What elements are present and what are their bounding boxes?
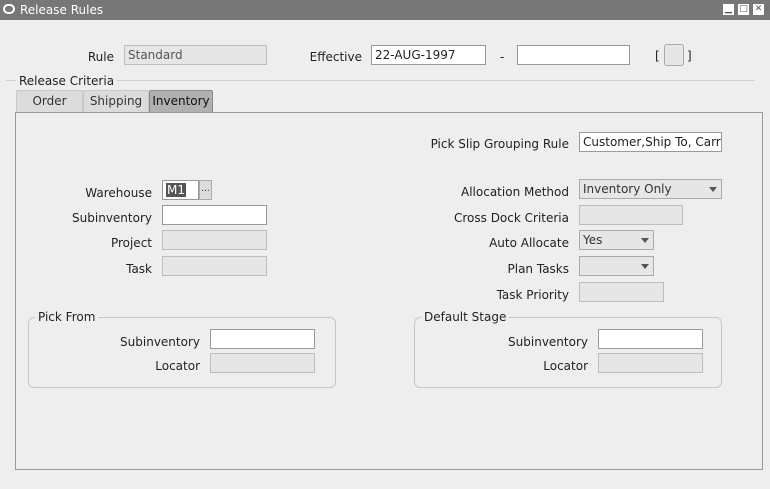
chevron-down-icon [641,264,649,269]
project-field[interactable] [162,230,267,250]
bracket-open: [ [655,49,660,63]
warehouse-value: M1 [166,183,186,197]
maximize-icon[interactable]: □ [738,4,749,15]
rule-label: Rule [87,50,114,64]
auto-allocate-value: Yes [583,233,603,247]
rule-field[interactable]: Standard [124,45,267,65]
pick-from-title: Pick From [35,310,99,324]
effective-from-field[interactable]: 22-AUG-1997 [371,45,486,65]
pick-from-subinventory-label: Subinventory [120,335,200,349]
minimize-icon[interactable]: ▁ [723,4,734,15]
warehouse-label: Warehouse [85,186,152,200]
task-priority-label: Task Priority [496,288,569,302]
effective-to-field[interactable] [517,45,630,65]
warehouse-field[interactable]: M1 [162,180,199,200]
tab-shipping[interactable]: Shipping [83,90,149,112]
task-field[interactable] [162,256,267,276]
default-stage-subinventory-field[interactable] [598,329,703,349]
release-criteria-title: Release Criteria [16,74,118,88]
bracket-close: ] [687,49,692,63]
pick-slip-grouping-label: Pick Slip Grouping Rule [430,137,569,151]
plan-tasks-label: Plan Tasks [507,262,570,276]
default-stage-locator-field[interactable] [598,353,703,373]
allocation-method-label: Allocation Method [461,185,569,199]
auto-allocate-label: Auto Allocate [489,236,569,250]
effective-dash: - [500,50,505,64]
pick-from-locator-label: Locator [155,359,200,373]
warehouse-lov-button[interactable]: ... [199,180,212,200]
chevron-down-icon [641,238,649,243]
allocation-method-select[interactable]: Inventory Only [579,179,722,199]
task-label: Task [126,262,152,276]
default-stage-subinventory-label: Subinventory [508,335,588,349]
effective-label: Effective [309,50,362,64]
window-titlebar: Release Rules ▁ □ ✕ [0,0,770,20]
task-priority-field[interactable] [579,282,664,302]
cross-dock-criteria-label: Cross Dock Criteria [453,211,569,225]
tab-order[interactable]: Order [16,90,83,112]
window-title: Release Rules [20,3,104,17]
subinventory-field[interactable] [162,205,267,225]
allocation-method-value: Inventory Only [583,182,672,196]
descriptive-flexfield[interactable] [664,44,684,66]
default-stage-locator-label: Locator [543,359,588,373]
chevron-down-icon [709,187,717,192]
cross-dock-criteria-field[interactable] [579,205,683,225]
pick-from-subinventory-field[interactable] [210,329,315,349]
pick-slip-grouping-field[interactable]: Customer,Ship To, Carri [579,132,722,152]
plan-tasks-select[interactable] [579,256,654,276]
subinventory-label: Subinventory [72,211,152,225]
default-stage-title: Default Stage [421,310,510,324]
auto-allocate-select[interactable]: Yes [579,230,654,250]
oracle-app-icon [3,4,15,14]
close-icon[interactable]: ✕ [753,4,764,15]
project-label: Project [110,236,152,250]
section-separator [6,80,755,81]
pick-from-locator-field[interactable] [210,353,315,373]
tab-inventory[interactable]: Inventory [149,90,213,112]
